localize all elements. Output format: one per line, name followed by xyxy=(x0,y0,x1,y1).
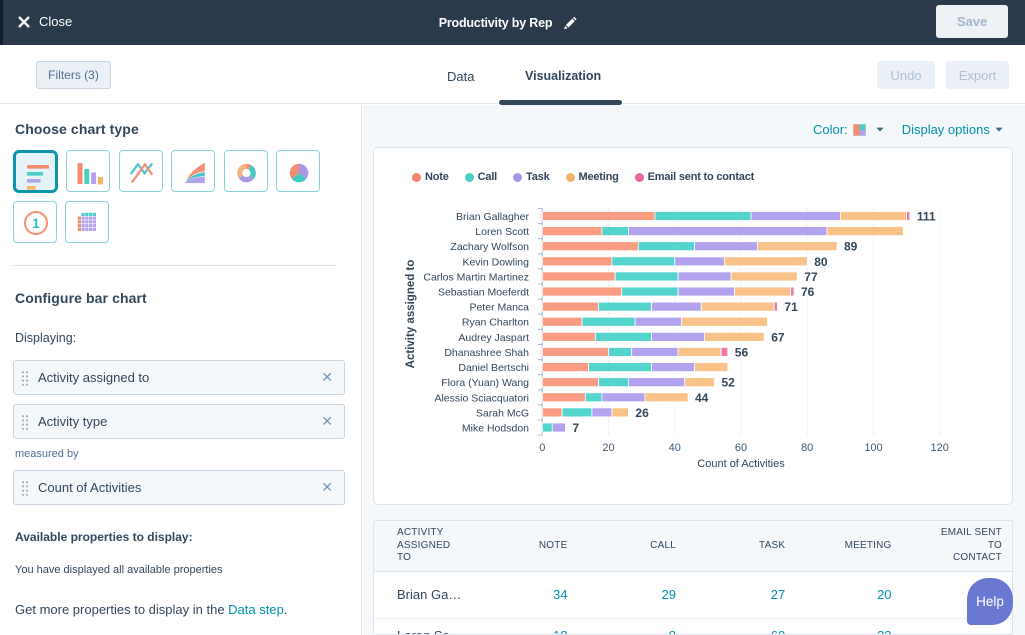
svg-text:60: 60 xyxy=(735,442,747,454)
svg-text:40: 40 xyxy=(669,442,681,454)
svg-text:44: 44 xyxy=(695,391,709,405)
svg-text:77: 77 xyxy=(804,270,818,284)
svg-text:111: 111 xyxy=(917,210,936,224)
svg-text:Sarah McG: Sarah McG xyxy=(476,407,529,419)
svg-text:1: 1 xyxy=(32,216,40,231)
svg-text:Ryan Charlton: Ryan Charlton xyxy=(462,317,529,329)
svg-text:Sebastian Moeferdt: Sebastian Moeferdt xyxy=(438,287,529,299)
svg-text:Brian Gallagher: Brian Gallagher xyxy=(456,211,529,223)
svg-text:Carlos Martin Martinez: Carlos Martin Martinez xyxy=(423,271,529,283)
svg-text:Peter Manca: Peter Manca xyxy=(469,302,529,314)
svg-text:Flora (Yuan) Wang: Flora (Yuan) Wang xyxy=(441,377,529,389)
svg-text:80: 80 xyxy=(801,442,813,454)
svg-text:Kevin Dowling: Kevin Dowling xyxy=(462,256,529,268)
svg-text:Activity assigned to: Activity assigned to xyxy=(405,260,417,369)
svg-text:Mike Hodsdon: Mike Hodsdon xyxy=(462,423,529,435)
svg-text:120: 120 xyxy=(931,442,949,454)
svg-text:7: 7 xyxy=(573,421,580,435)
svg-text:Count of Activities: Count of Activities xyxy=(697,458,785,470)
svg-text:52: 52 xyxy=(722,376,736,390)
svg-text:Loren Scott: Loren Scott xyxy=(475,226,529,238)
svg-text:Audrey Jaspart: Audrey Jaspart xyxy=(458,332,529,344)
svg-text:26: 26 xyxy=(635,406,649,420)
svg-text:76: 76 xyxy=(801,285,815,299)
svg-text:Alessio Sciacquatori: Alessio Sciacquatori xyxy=(434,392,529,404)
svg-text:Zachary Wolfson: Zachary Wolfson xyxy=(450,241,529,253)
svg-text:56: 56 xyxy=(735,346,749,360)
svg-text:80: 80 xyxy=(814,255,828,269)
svg-text:20: 20 xyxy=(602,442,614,454)
svg-text:100: 100 xyxy=(864,442,882,454)
svg-text:Daniel Bertschi: Daniel Bertschi xyxy=(458,362,529,374)
svg-text:89: 89 xyxy=(844,240,858,254)
svg-text:67: 67 xyxy=(771,330,785,344)
svg-text:Dhanashree Shah: Dhanashree Shah xyxy=(444,347,529,359)
svg-text:0: 0 xyxy=(539,442,545,454)
svg-text:71: 71 xyxy=(784,300,798,314)
